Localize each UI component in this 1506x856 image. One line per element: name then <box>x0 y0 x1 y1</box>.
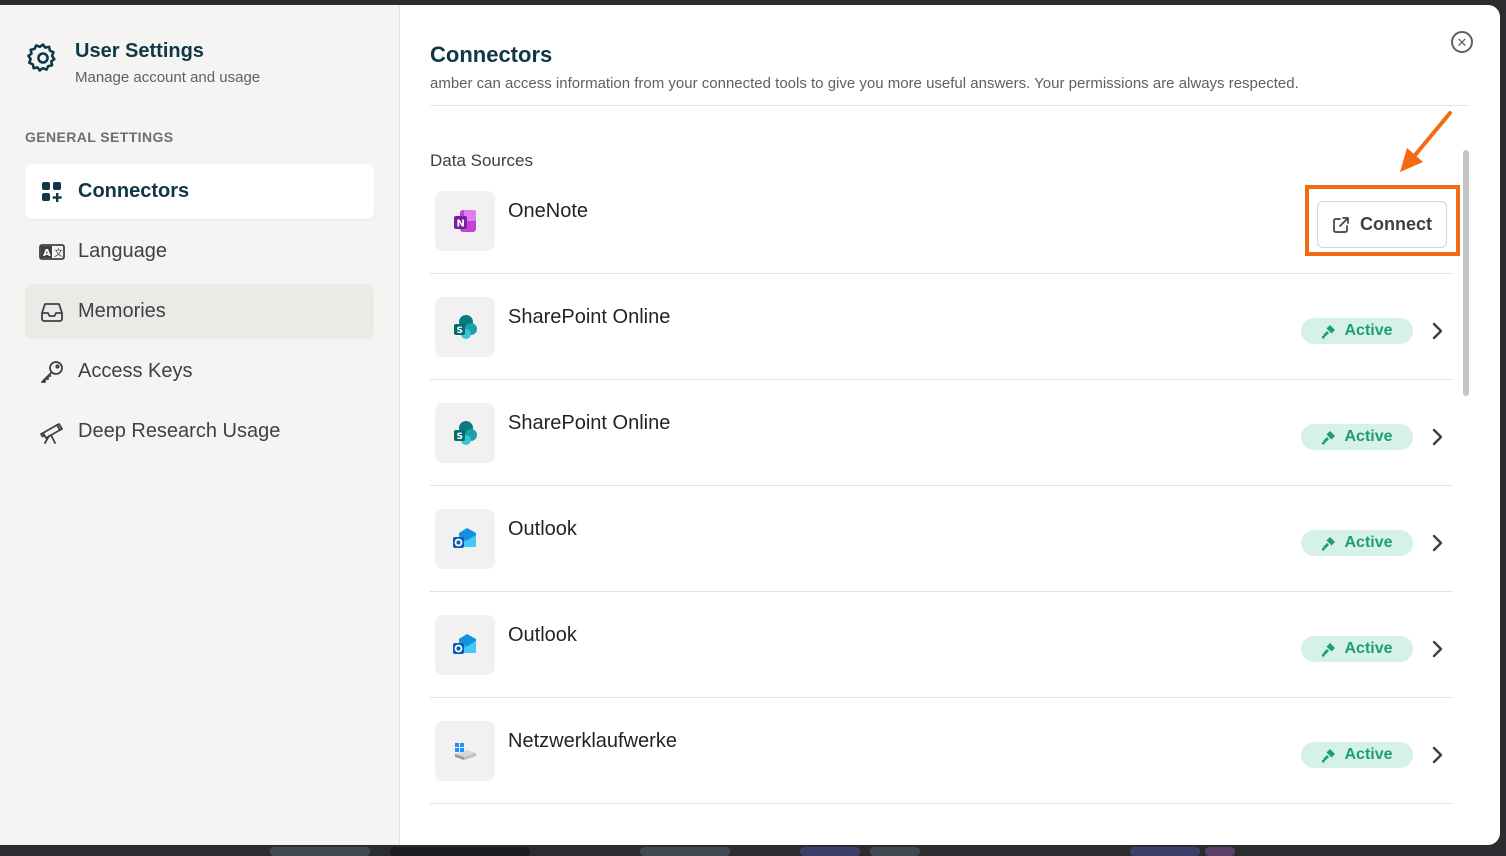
sidebar-header: User Settings Manage account and usage <box>26 39 260 86</box>
connector-list: N OneNote Connect S SharePoint Online Ac… <box>430 168 1453 804</box>
connector-row-sharepoint[interactable]: S SharePoint Online Active <box>430 380 1453 486</box>
connector-name: Netzwerklaufwerke <box>508 730 677 752</box>
svg-text:N: N <box>457 218 465 229</box>
inbox-icon <box>39 299 65 325</box>
chevron-right-icon[interactable] <box>1427 639 1447 659</box>
telescope-icon <box>39 419 65 445</box>
chevron-right-icon[interactable] <box>1427 745 1447 765</box>
section-heading: GENERAL SETTINGS <box>25 129 174 145</box>
status-badge: Active <box>1301 636 1413 662</box>
status-label: Active <box>1344 640 1393 657</box>
key-icon <box>39 359 65 385</box>
chevron-right-icon[interactable] <box>1427 321 1447 341</box>
connector-name: SharePoint Online <box>508 306 671 328</box>
annotation-arrow-icon <box>1400 111 1452 172</box>
chevron-right-icon[interactable] <box>1427 533 1447 553</box>
sharepoint-icon: S <box>435 402 495 463</box>
header-divider <box>430 105 1470 106</box>
network-drive-icon <box>435 720 495 781</box>
status-label: Active <box>1344 322 1393 339</box>
scrollbar[interactable] <box>1463 150 1469 396</box>
settings-title: User Settings <box>75 40 204 62</box>
status-badge: Active <box>1301 318 1413 344</box>
svg-text:A: A <box>43 248 51 259</box>
connect-button[interactable]: Connect <box>1317 201 1447 248</box>
outlook-icon <box>435 614 495 675</box>
gear-icon <box>27 43 56 72</box>
connector-row-network-drive[interactable]: Netzwerklaufwerke Active <box>430 698 1453 804</box>
sidebar-item-label: Deep Research Usage <box>78 420 281 442</box>
plug-icon <box>1322 536 1336 550</box>
plug-icon <box>1322 748 1336 762</box>
svg-text:S: S <box>457 326 463 336</box>
sidebar-item-label: Language <box>78 240 167 262</box>
connector-name: SharePoint Online <box>508 412 671 434</box>
plug-icon <box>1322 324 1336 338</box>
external-link-icon <box>1333 216 1349 233</box>
sharepoint-icon: S <box>435 296 495 357</box>
sidebar-item-label: Memories <box>78 300 166 322</box>
sidebar-item-connectors[interactable]: Connectors <box>25 164 374 219</box>
status-label: Active <box>1344 428 1393 445</box>
sidebar-item-memories[interactable]: Memories <box>25 284 374 339</box>
sidebar-item-label: Connectors <box>78 180 190 202</box>
connector-name: Outlook <box>508 518 577 540</box>
plug-icon <box>1322 430 1336 444</box>
sidebar-item-language[interactable]: A 文 Language <box>25 224 374 279</box>
sidebar-item-access-keys[interactable]: Access Keys <box>25 344 374 399</box>
settings-nav: Connectors A 文 Language Memories Access … <box>25 164 374 464</box>
chevron-right-icon[interactable] <box>1427 427 1447 447</box>
sidebar-item-deep-research-usage[interactable]: Deep Research Usage <box>25 404 374 459</box>
close-icon: ✕ <box>1456 34 1468 50</box>
connect-label: Connect <box>1360 214 1432 234</box>
connector-row-onenote: N OneNote Connect <box>430 168 1453 274</box>
page-title: Connectors <box>430 42 553 67</box>
connector-row-outlook[interactable]: Outlook Active <box>430 592 1453 698</box>
sidebar-item-label: Access Keys <box>78 360 193 382</box>
connector-name: Outlook <box>508 624 577 646</box>
settings-subtitle: Manage account and usage <box>75 69 261 86</box>
outlook-icon <box>435 508 495 569</box>
connector-row-outlook[interactable]: Outlook Active <box>430 486 1453 592</box>
settings-sidebar: User Settings Manage account and usage G… <box>0 5 400 845</box>
status-label: Active <box>1344 746 1393 763</box>
svg-text:文: 文 <box>54 247 63 259</box>
onenote-icon: N <box>435 190 495 251</box>
status-badge: Active <box>1301 530 1413 556</box>
plug-icon <box>1322 642 1336 656</box>
close-button[interactable]: ✕ <box>1451 31 1473 53</box>
status-label: Active <box>1344 534 1393 551</box>
connector-row-sharepoint[interactable]: S SharePoint Online Active <box>430 274 1453 380</box>
background-app-strip <box>0 845 1506 856</box>
svg-text:S: S <box>457 432 463 442</box>
page-description: amber can access information from your c… <box>430 75 1299 92</box>
grid-plus-icon <box>39 179 65 205</box>
connector-name: OneNote <box>508 200 589 222</box>
connectors-panel: Connectors amber can access information … <box>400 5 1500 845</box>
settings-modal: User Settings Manage account and usage G… <box>0 5 1500 845</box>
status-badge: Active <box>1301 742 1413 768</box>
language-icon: A 文 <box>39 239 65 265</box>
status-badge: Active <box>1301 424 1413 450</box>
